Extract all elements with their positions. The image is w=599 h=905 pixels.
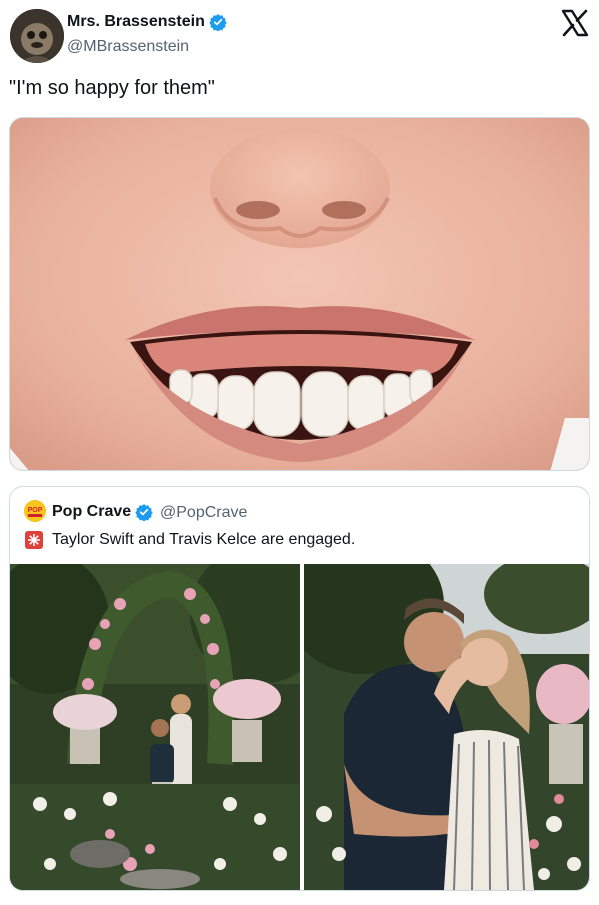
quoted-tweet-text: Taylor Swift and Travis Kelce are engage… (52, 531, 356, 548)
verified-badge-icon (135, 504, 153, 521)
avatar-image (10, 9, 64, 63)
verified-badge-icon (209, 14, 227, 31)
quoted-author-handle[interactable]: @PopCrave (160, 504, 247, 522)
tweet-media-image[interactable] (9, 117, 590, 471)
siren-icon (24, 530, 44, 550)
couple-embrace-photo[interactable] (304, 564, 589, 890)
quoted-author-name-row[interactable]: Pop Crave (52, 503, 153, 521)
quoted-author-name[interactable]: Pop Crave (52, 503, 131, 521)
smiling-mouth-closeup-image (10, 118, 589, 470)
quoted-author-avatar[interactable]: POP (24, 500, 46, 522)
author-name-row[interactable]: Mrs. Brassenstein (67, 13, 227, 31)
author-avatar[interactable] (10, 9, 64, 63)
avatar-logo-text: POP (28, 507, 43, 514)
tweet-text: "I'm so happy for them" (9, 77, 215, 99)
author-handle[interactable]: @MBrassenstein (67, 38, 189, 56)
quoted-tweet-card[interactable]: POP Pop Crave @PopCrave Taylor Swift and… (9, 486, 590, 891)
author-name[interactable]: Mrs. Brassenstein (67, 13, 205, 31)
garden-proposal-photo[interactable] (10, 564, 300, 890)
x-logo-icon[interactable] (560, 8, 590, 38)
